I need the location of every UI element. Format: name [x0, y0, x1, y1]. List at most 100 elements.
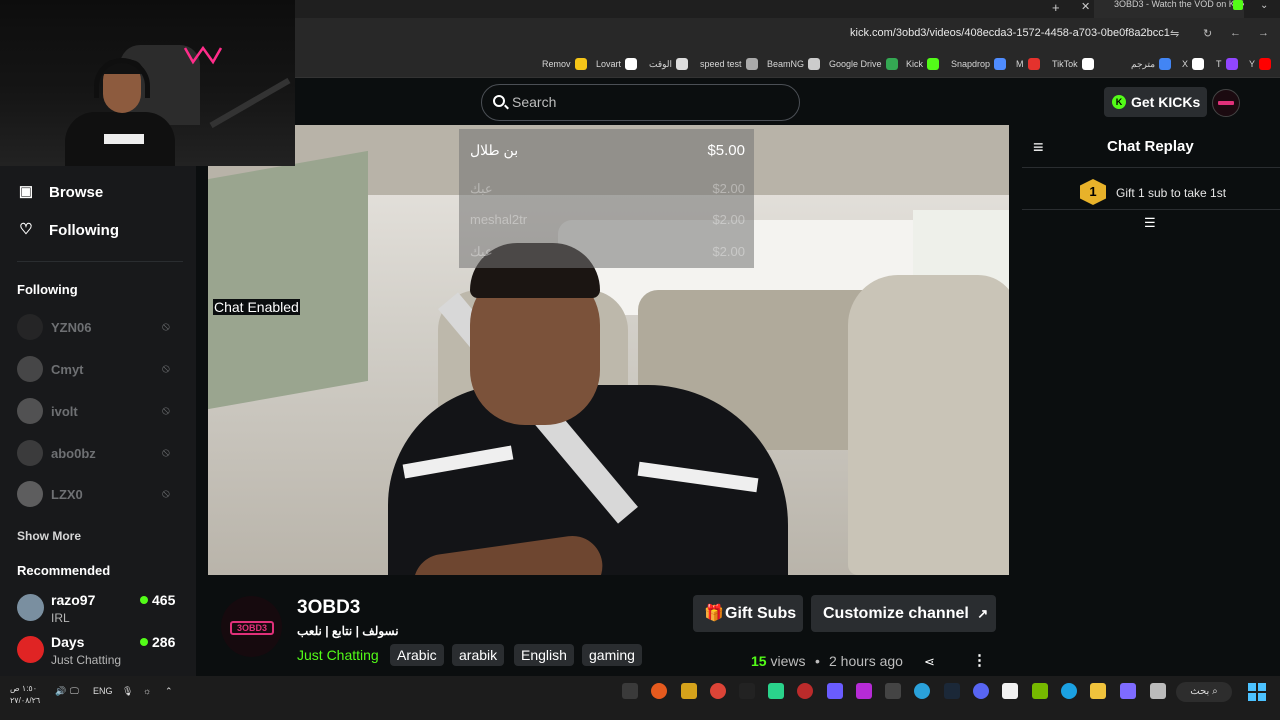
following-channel-row[interactable]: Cmyt ⦸ — [17, 356, 179, 384]
bookmark-item[interactable]: BeamNG — [767, 58, 821, 70]
bookmark-item[interactable]: X — [1182, 58, 1205, 70]
channel-name: Days — [51, 634, 85, 650]
chat-divider — [1022, 209, 1280, 210]
bookmark-favicon-icon — [1159, 58, 1172, 70]
avatar — [17, 398, 43, 424]
bookmark-item[interactable]: Remov — [542, 58, 587, 70]
gift-icon: 🎁 — [704, 605, 724, 622]
channel-category: IRL — [51, 611, 70, 625]
channel-name: abo0bz — [51, 446, 96, 461]
sidebar-item-label: Following — [49, 221, 119, 239]
recommended-channel-row[interactable]: razo97 IRL 465 — [17, 592, 179, 628]
bookmark-label: مترجم — [1131, 58, 1156, 69]
bookmark-item[interactable]: T — [1216, 58, 1238, 70]
bookmark-favicon-icon — [808, 58, 821, 70]
bookmark-item[interactable]: speed test — [700, 58, 758, 70]
bookmark-item[interactable]: Y — [1249, 58, 1272, 70]
customize-channel-button[interactable]: Customize channel ↗ — [811, 595, 996, 632]
tag[interactable]: gaming — [582, 644, 642, 666]
bookmark-label: T — [1216, 59, 1222, 69]
kick-favicon-icon — [1233, 0, 1243, 10]
app-icon[interactable] — [856, 683, 872, 699]
category-link[interactable]: Just Chatting — [297, 647, 379, 663]
reload-icon[interactable]: ↻ — [1203, 27, 1212, 40]
bookmark-item[interactable]: Kick — [906, 58, 940, 70]
language-indicator[interactable]: ENG — [93, 686, 113, 696]
tag[interactable]: Arabic — [390, 644, 444, 666]
bookmark-favicon-icon — [1225, 58, 1238, 70]
edge-icon[interactable] — [1061, 683, 1077, 699]
app-icon[interactable] — [651, 683, 667, 699]
expand-leaderboard-icon[interactable]: ☰ — [1144, 215, 1156, 231]
app-icon[interactable] — [768, 683, 784, 699]
sidebar-item-browse[interactable]: ▣ Browse — [17, 183, 103, 201]
sidebar-item-following[interactable]: ♡ Following — [17, 221, 119, 239]
task-view-icon[interactable] — [1150, 683, 1166, 699]
recommended-channel-row[interactable]: Days Just Chatting 286 — [17, 634, 179, 670]
bookmark-item[interactable]: مترجم — [1131, 58, 1172, 70]
bookmark-favicon-icon — [1027, 58, 1040, 70]
following-channel-row[interactable]: LZX0 ⦸ — [17, 481, 179, 509]
show-more-link[interactable]: Show More — [17, 529, 81, 543]
epic-games-icon[interactable] — [739, 683, 755, 699]
close-tab-icon[interactable]: ✕ — [1081, 0, 1090, 13]
following-channel-row[interactable]: abo0bz ⦸ — [17, 440, 179, 468]
bookmark-favicon-icon — [745, 58, 758, 70]
forward-icon[interactable]: → — [1258, 27, 1269, 39]
bookmark-item[interactable]: الوقت — [649, 58, 689, 70]
bookmark-item[interactable]: Snapdrop — [951, 58, 1007, 70]
avatar — [17, 481, 43, 507]
url-field[interactable]: kick.com/3obd3/videos/408ecda3-1572-4458… — [850, 27, 1170, 39]
telegram-icon[interactable] — [914, 683, 930, 699]
avatar — [17, 636, 44, 663]
file-explorer-icon[interactable] — [1090, 683, 1106, 699]
app-icon[interactable] — [797, 683, 813, 699]
windows-start-icon[interactable] — [1248, 683, 1266, 701]
collapse-chat-icon[interactable]: ≡ — [1033, 137, 1044, 158]
bookmark-item[interactable]: TikTok — [1052, 58, 1094, 70]
site-settings-icon[interactable]: ⇋ — [1170, 27, 1179, 40]
channel-logo: 3OBD3 — [230, 621, 274, 635]
new-tab-button[interactable]: + — [1052, 0, 1060, 15]
channel-name: razo97 — [51, 592, 96, 608]
time-ago: 2 hours ago — [829, 653, 903, 669]
bookmark-label: Kick — [906, 59, 924, 69]
store-icon[interactable] — [1002, 683, 1018, 699]
bookmark-label: الوقت — [649, 58, 673, 69]
neon-logo-icon — [183, 45, 223, 65]
bookmark-item[interactable]: Google Drive — [829, 58, 898, 70]
bookmark-item[interactable]: Lovart — [596, 58, 638, 70]
app-icon[interactable] — [681, 683, 697, 699]
following-channel-row[interactable]: YZN06 ⦸ — [17, 314, 179, 342]
discord-icon[interactable] — [973, 683, 989, 699]
gift-leaderboard-text[interactable]: Gift 1 sub to take 1st — [1116, 186, 1226, 200]
user-avatar[interactable] — [1212, 89, 1240, 117]
share-icon[interactable]: ⋖ — [924, 654, 935, 670]
more-options-icon[interactable]: ⋮ — [972, 651, 987, 669]
steam-icon[interactable] — [944, 683, 960, 699]
taskbar-clock[interactable]: ١:٥٠ ص ٢٧/٠٨/٢٦ — [10, 683, 40, 707]
app-icon[interactable] — [827, 683, 843, 699]
following-channel-row[interactable]: ivolt ⦸ — [17, 398, 179, 426]
browser-tab-active[interactable]: 3OBD3 - Watch the VOD on Kick — [1094, 0, 1244, 18]
mic-icon[interactable]: 🎙 — [122, 686, 133, 697]
nvidia-icon[interactable] — [1032, 683, 1048, 699]
tag[interactable]: arabik — [452, 644, 505, 666]
capcut-icon[interactable] — [885, 683, 901, 699]
clapper-app-icon[interactable] — [622, 683, 638, 699]
chevron-up-icon[interactable]: ⌃ — [165, 686, 173, 697]
following-section-title: Following — [17, 282, 78, 297]
tag[interactable]: English — [514, 644, 574, 666]
network-icon[interactable]: 🖵 — [70, 686, 79, 697]
channel-name[interactable]: 3OBD3 — [297, 597, 360, 619]
brightness-icon[interactable]: ☼ — [143, 686, 151, 696]
volume-icon[interactable]: 🔊 — [55, 686, 66, 697]
copilot-icon[interactable] — [1120, 683, 1136, 699]
chrome-icon[interactable] — [710, 683, 726, 699]
bookmark-item[interactable]: M — [1016, 58, 1040, 70]
chevron-down-icon[interactable]: ⌄ — [1260, 0, 1268, 11]
back-icon[interactable]: ← — [1230, 27, 1241, 39]
bookmark-favicon-icon — [885, 58, 898, 70]
taskbar-search[interactable]: بحث ⌕ — [1176, 682, 1232, 702]
chat-enabled-label: Chat Enabled — [213, 299, 300, 315]
